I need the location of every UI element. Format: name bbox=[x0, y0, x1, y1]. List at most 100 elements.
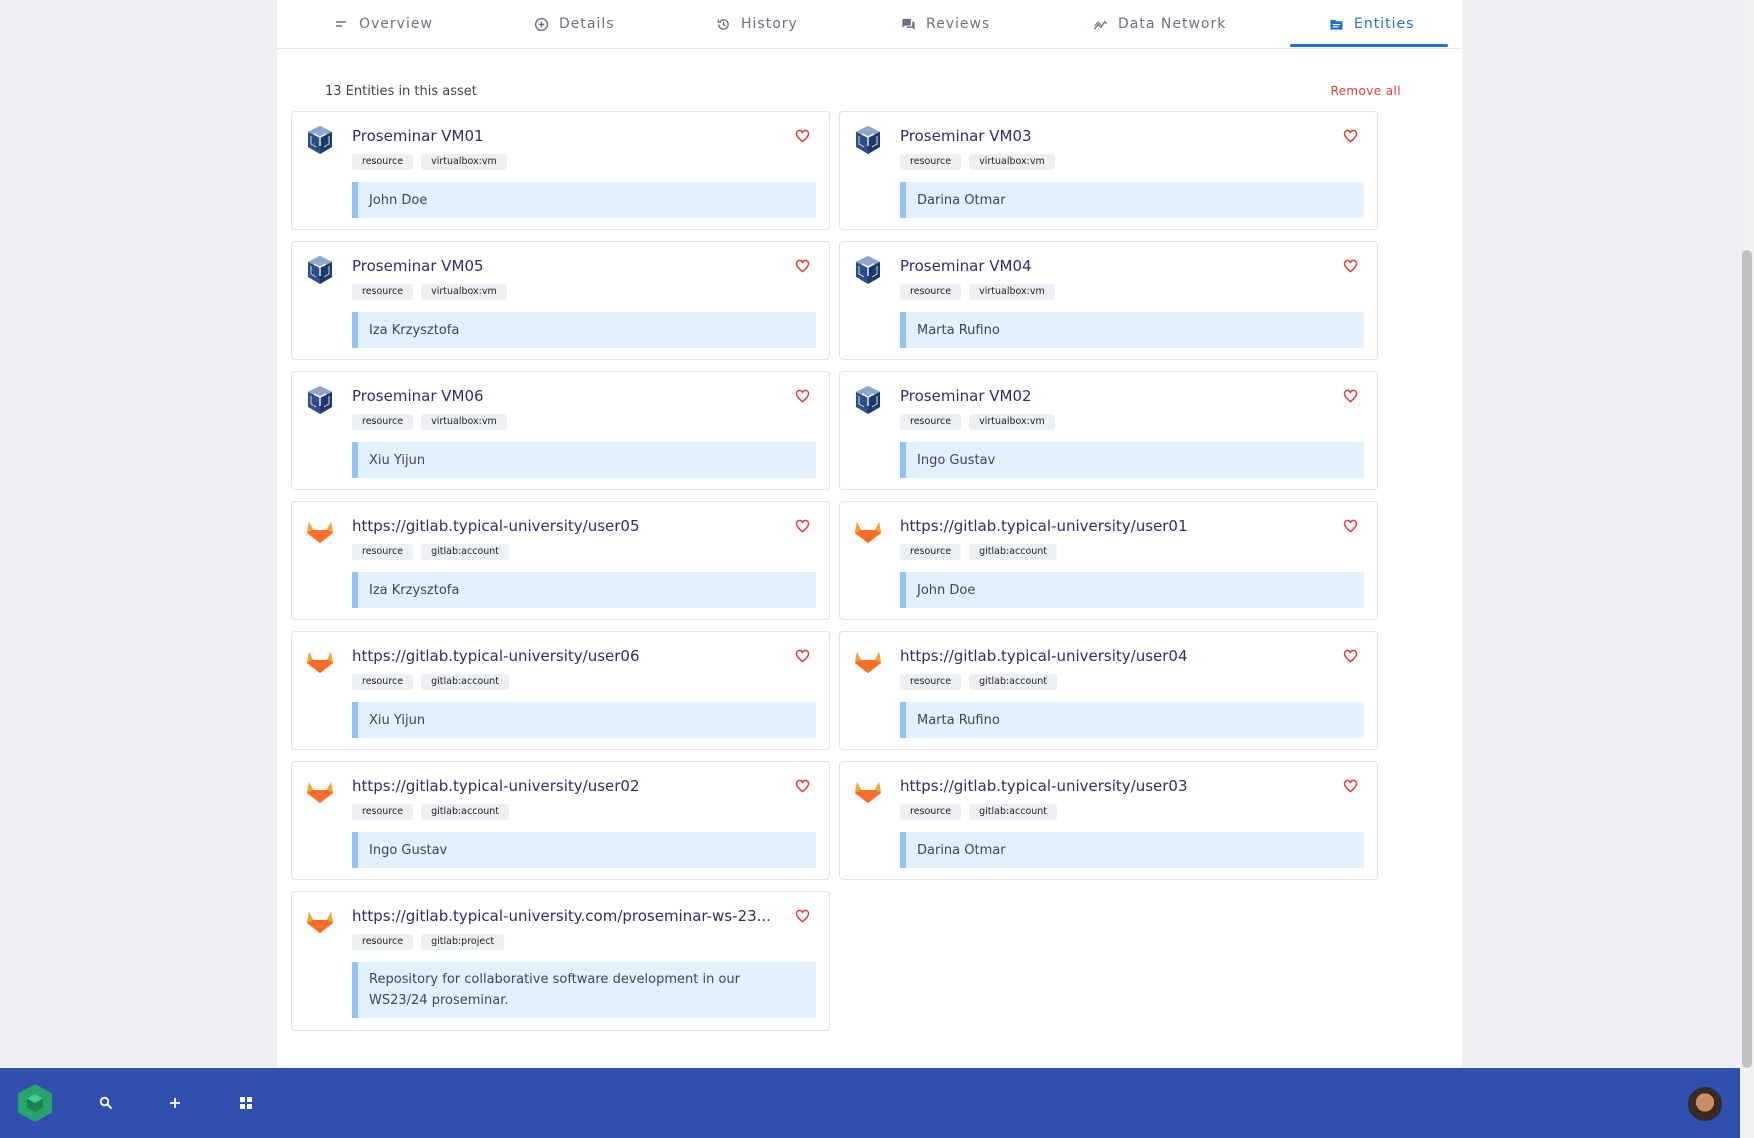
entity-title[interactable]: Proseminar VM01 bbox=[352, 127, 772, 145]
app-logo-icon[interactable] bbox=[15, 1083, 55, 1123]
tag-badge: virtualbox:vm bbox=[421, 414, 507, 430]
heart-icon[interactable] bbox=[1343, 258, 1359, 274]
entity-title[interactable]: Proseminar VM04 bbox=[900, 257, 1320, 275]
plus-icon[interactable] bbox=[163, 1091, 187, 1115]
tab-details[interactable]: Details bbox=[533, 0, 615, 48]
entity-card[interactable]: https://gitlab.typical-university/user04… bbox=[839, 631, 1378, 750]
tag-badge: virtualbox:vm bbox=[969, 284, 1055, 300]
entity-description: Darina Otmar bbox=[900, 832, 1364, 868]
heart-icon[interactable] bbox=[1343, 518, 1359, 534]
tag-list: resource gitlab:account bbox=[352, 804, 510, 820]
entity-card[interactable]: https://gitlab.typical-university/user03… bbox=[839, 761, 1378, 880]
heart-icon[interactable] bbox=[1343, 128, 1359, 144]
tab-label: History bbox=[741, 16, 798, 32]
virtualbox-icon bbox=[304, 254, 336, 286]
tag-list: resource gitlab:project bbox=[352, 934, 505, 950]
tag-list: resource gitlab:account bbox=[352, 544, 510, 560]
virtualbox-icon bbox=[304, 124, 336, 156]
tab-reviews[interactable]: Reviews bbox=[900, 0, 990, 48]
tag-badge: gitlab:account bbox=[969, 674, 1058, 690]
heart-icon[interactable] bbox=[795, 908, 811, 924]
entity-card[interactable]: Proseminar VM01 resource virtualbox:vm John… bbox=[291, 111, 830, 230]
scrollbar[interactable] bbox=[1740, 0, 1754, 1138]
entity-title[interactable]: https://gitlab.typical-university/user02 bbox=[352, 777, 772, 795]
gitlab-icon bbox=[852, 774, 884, 806]
scrollbar-thumb[interactable] bbox=[1742, 250, 1752, 1068]
folder-icon bbox=[1328, 16, 1344, 32]
entity-card[interactable]: Proseminar VM03 resource virtualbox:vm Dari… bbox=[839, 111, 1378, 230]
tag-badge: resource bbox=[900, 284, 962, 300]
heart-icon[interactable] bbox=[1343, 648, 1359, 664]
tag-list: resource gitlab:account bbox=[352, 674, 510, 690]
remove-all-button[interactable]: Remove all bbox=[1330, 84, 1401, 98]
apps-grid-icon[interactable] bbox=[234, 1091, 258, 1115]
entity-card[interactable]: https://gitlab.typical-university/user05… bbox=[291, 501, 830, 620]
virtualbox-icon bbox=[304, 384, 336, 416]
tag-list: resource gitlab:account bbox=[900, 674, 1058, 690]
gitlab-icon bbox=[304, 904, 336, 936]
tag-list: resource virtualbox:vm bbox=[352, 414, 507, 430]
heart-icon[interactable] bbox=[795, 518, 811, 534]
virtualbox-icon bbox=[852, 384, 884, 416]
heart-icon[interactable] bbox=[1343, 388, 1359, 404]
heart-icon[interactable] bbox=[795, 128, 811, 144]
active-tab-indicator bbox=[1290, 44, 1448, 47]
entity-title[interactable]: https://gitlab.typical-university/user04 bbox=[900, 647, 1320, 665]
tab-data-network[interactable]: Data Network bbox=[1092, 0, 1226, 48]
gitlab-icon bbox=[304, 774, 336, 806]
entity-title[interactable]: Proseminar VM06 bbox=[352, 387, 772, 405]
entity-card[interactable]: Proseminar VM04 resource virtualbox:vm Mart… bbox=[839, 241, 1378, 360]
user-avatar[interactable] bbox=[1688, 1087, 1722, 1121]
tag-badge: resource bbox=[900, 154, 962, 170]
heart-icon[interactable] bbox=[1343, 778, 1359, 794]
tab-label: Overview bbox=[359, 16, 433, 32]
heart-icon[interactable] bbox=[795, 648, 811, 664]
entity-description: Repository for collaborative software de… bbox=[352, 962, 816, 1018]
tag-list: resource virtualbox:vm bbox=[352, 284, 507, 300]
entity-description: Marta Rufino bbox=[900, 312, 1364, 348]
entity-title[interactable]: https://gitlab.typical-university/user01 bbox=[900, 517, 1320, 535]
entity-description: Xiu Yijun bbox=[352, 442, 816, 478]
entity-title[interactable]: Proseminar VM02 bbox=[900, 387, 1320, 405]
entity-description: Xiu Yijun bbox=[352, 702, 816, 738]
entity-description: Iza Krzysztofa bbox=[352, 572, 816, 608]
entity-card[interactable]: Proseminar VM02 resource virtualbox:vm Ingo… bbox=[839, 371, 1378, 490]
tag-badge: resource bbox=[900, 544, 962, 560]
entity-title[interactable]: https://gitlab.typical-university/user05 bbox=[352, 517, 772, 535]
heart-icon[interactable] bbox=[795, 778, 811, 794]
tag-badge: resource bbox=[900, 804, 962, 820]
line-chart-icon bbox=[1092, 16, 1108, 32]
entity-description: Darina Otmar bbox=[900, 182, 1364, 218]
entity-card[interactable]: Proseminar VM05 resource virtualbox:vm Iza … bbox=[291, 241, 830, 360]
entity-card[interactable]: Proseminar VM06 resource virtualbox:vm Xiu … bbox=[291, 371, 830, 490]
tab-history[interactable]: History bbox=[715, 0, 798, 48]
entity-title[interactable]: https://gitlab.typical-university.com/pr… bbox=[352, 907, 772, 925]
search-icon[interactable] bbox=[94, 1091, 118, 1115]
virtualbox-icon bbox=[852, 124, 884, 156]
heart-icon[interactable] bbox=[795, 388, 811, 404]
tag-badge: virtualbox:vm bbox=[421, 154, 507, 170]
entity-title[interactable]: https://gitlab.typical-university/user03 bbox=[900, 777, 1320, 795]
plus-circle-icon bbox=[533, 16, 549, 32]
gitlab-icon bbox=[304, 514, 336, 546]
tag-badge: gitlab:account bbox=[421, 674, 510, 690]
entity-title[interactable]: Proseminar VM03 bbox=[900, 127, 1320, 145]
entity-title[interactable]: https://gitlab.typical-university/user06 bbox=[352, 647, 772, 665]
entities-count: 13 Entities in this asset bbox=[325, 84, 477, 99]
tag-badge: resource bbox=[900, 674, 962, 690]
entity-card[interactable]: https://gitlab.typical-university.com/pr… bbox=[291, 891, 830, 1031]
entity-card[interactable]: https://gitlab.typical-university/user01… bbox=[839, 501, 1378, 620]
tag-badge: gitlab:account bbox=[421, 804, 510, 820]
tab-entities[interactable]: Entities bbox=[1328, 0, 1414, 48]
entity-title[interactable]: Proseminar VM05 bbox=[352, 257, 772, 275]
entity-card[interactable]: https://gitlab.typical-university/user02… bbox=[291, 761, 830, 880]
tag-badge: resource bbox=[900, 414, 962, 430]
tag-badge: resource bbox=[352, 414, 414, 430]
tag-badge: virtualbox:vm bbox=[421, 284, 507, 300]
entity-card[interactable]: https://gitlab.typical-university/user06… bbox=[291, 631, 830, 750]
tag-list: resource virtualbox:vm bbox=[352, 154, 507, 170]
entity-description: Ingo Gustav bbox=[352, 832, 816, 868]
tab-overview[interactable]: Overview bbox=[333, 0, 433, 48]
entity-description: Marta Rufino bbox=[900, 702, 1364, 738]
heart-icon[interactable] bbox=[795, 258, 811, 274]
